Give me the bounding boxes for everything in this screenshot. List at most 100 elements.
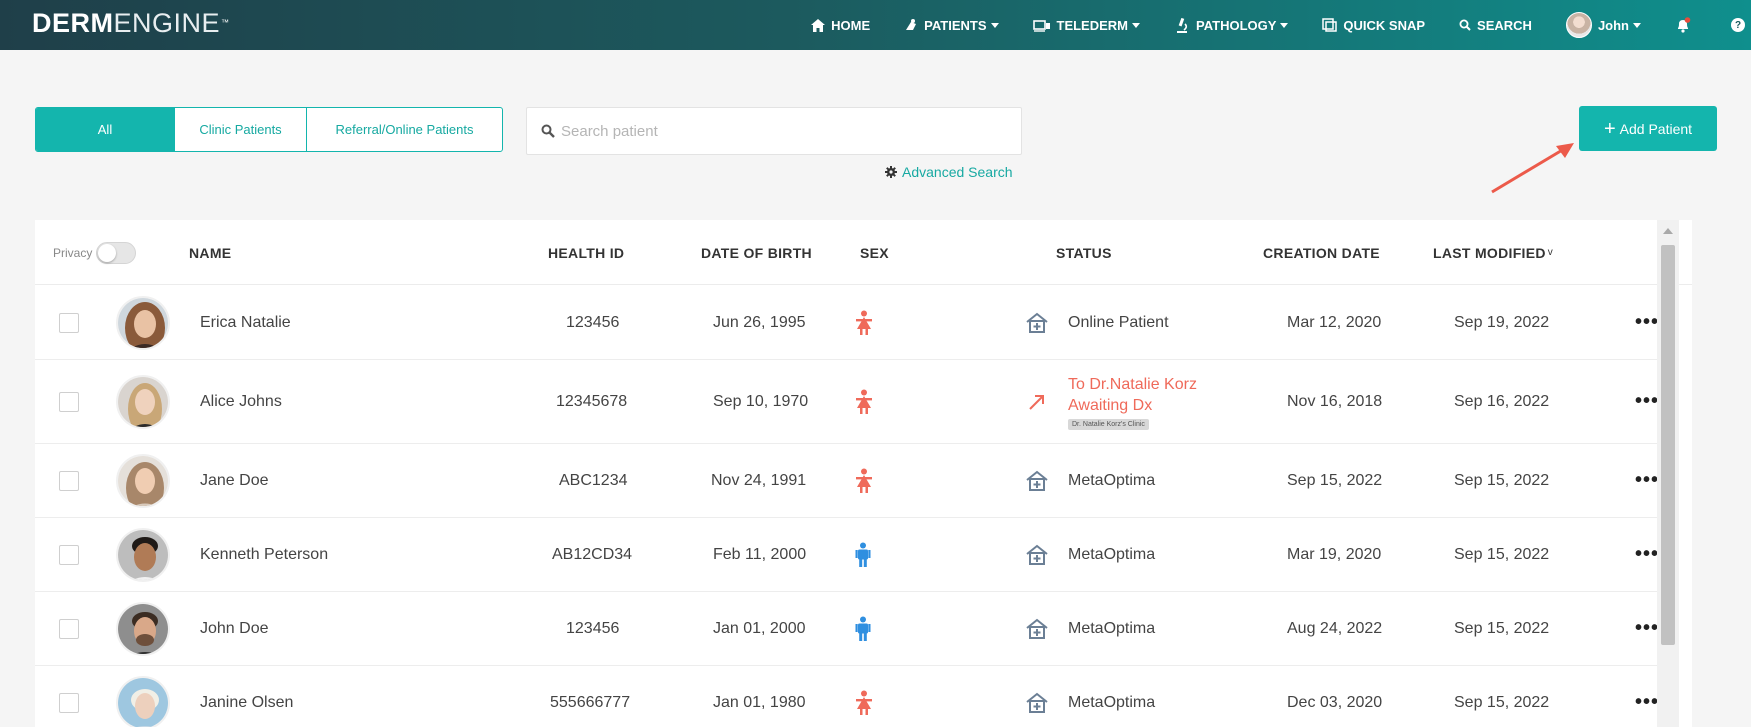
nav-home[interactable]: HOME	[811, 18, 870, 33]
col-header-last-modified[interactable]: LAST MODIFIED v	[1433, 220, 1553, 285]
last-modified: Sep 15, 2022	[1454, 471, 1550, 489]
status-referral: To Dr.Natalie Korz Awaiting Dx Dr. Natal…	[1068, 360, 1197, 443]
patient-photo-cell	[116, 360, 170, 443]
date-of-birth: Feb 11, 2000	[713, 545, 807, 563]
patient-name[interactable]: Alice Johns	[200, 360, 282, 443]
status-text: MetaOptima	[1068, 545, 1156, 563]
advanced-search-link[interactable]: Advanced Search	[885, 164, 1013, 180]
logo-thin-text: ENGINE	[113, 8, 221, 38]
health-id: AB12CD34	[552, 545, 633, 563]
last-modified: Sep 15, 2022	[1454, 619, 1550, 637]
row-more-options-icon[interactable]: •••	[1635, 360, 1659, 443]
scroll-up-icon[interactable]	[1663, 228, 1673, 234]
nav-patients[interactable]: PATIENTS	[904, 18, 999, 33]
table-row[interactable]: Erica Natalie 123456 Jun 26, 1995 Online…	[35, 286, 1675, 360]
female-icon	[856, 310, 872, 335]
plus-icon: +	[1603, 117, 1616, 140]
scroll-thumb[interactable]	[1661, 245, 1675, 645]
patient-name[interactable]: Erica Natalie	[200, 286, 291, 359]
row-checkbox[interactable]	[59, 544, 79, 565]
dermengine-logo[interactable]: DERMENGINE™	[32, 9, 230, 37]
patient-avatar	[116, 295, 170, 350]
last-modified: Sep 15, 2022	[1454, 545, 1550, 563]
date-of-birth: Jan 01, 1980	[713, 693, 806, 711]
row-more-options-icon[interactable]: •••	[1635, 518, 1659, 591]
nav-telederm[interactable]: TELEDERM	[1032, 18, 1140, 33]
top-navbar: DERMENGINE™ HOME PATIENTS TELEDERM PATHO…	[0, 0, 1751, 50]
table-row[interactable]: John Doe 123456 Jan 01, 2000 MetaOptima …	[35, 592, 1675, 666]
col-header-health-id[interactable]: HEALTH ID	[548, 220, 624, 285]
clinic-house-icon	[1026, 312, 1048, 333]
patient-name[interactable]: Janine Olsen	[200, 666, 293, 727]
row-more-options-icon[interactable]: •••	[1635, 444, 1659, 517]
row-more-options-icon[interactable]: •••	[1635, 286, 1659, 359]
row-checkbox[interactable]	[59, 618, 79, 639]
patient-photo-cell	[116, 286, 170, 359]
search-patient-input[interactable]	[561, 122, 1001, 140]
patient-avatar	[116, 527, 170, 582]
row-checkbox[interactable]	[59, 692, 79, 713]
health-id: 12345678	[556, 392, 628, 410]
tab-clinic-patients[interactable]: Clinic Patients	[174, 108, 306, 151]
search-icon	[541, 124, 555, 138]
status-text: Online Patient	[1068, 313, 1169, 331]
tab-all[interactable]: All	[36, 108, 174, 151]
table-row[interactable]: Kenneth Peterson AB12CD34 Feb 11, 2000 M…	[35, 518, 1675, 592]
status-referral-doctor[interactable]: To Dr.Natalie Korz	[1068, 374, 1197, 395]
status-icon-cell	[1025, 666, 1049, 727]
patient-photo-cell	[116, 592, 170, 665]
patient-avatar	[116, 374, 170, 429]
logo-trademark: ™	[221, 18, 230, 27]
row-checkbox-cell	[59, 286, 79, 359]
nav-help[interactable]: ?	[1731, 18, 1751, 32]
nav-search[interactable]: SEARCH	[1459, 18, 1532, 33]
chevron-down-icon	[1633, 22, 1641, 28]
creation-date: Nov 16, 2018	[1287, 392, 1383, 410]
table-scrollbar[interactable]	[1657, 220, 1679, 727]
patient-name[interactable]: John Doe	[200, 592, 269, 665]
date-of-birth: Jan 01, 2000	[713, 619, 806, 637]
col-header-creation-date[interactable]: CREATION DATE	[1263, 220, 1380, 285]
col-header-name[interactable]: NAME	[189, 220, 231, 285]
chevron-down-icon	[1280, 22, 1289, 28]
col-header-sex[interactable]: SEX	[860, 220, 889, 285]
last-modified-label: LAST MODIFIED	[1433, 244, 1546, 261]
tab-referral-online-patients[interactable]: Referral/Online Patients	[306, 108, 502, 151]
add-patient-button[interactable]: + Add Patient	[1579, 106, 1717, 151]
creation-date: Dec 03, 2020	[1287, 693, 1383, 711]
table-row[interactable]: Jane Doe ABC1234 Nov 24, 1991 MetaOptima…	[35, 444, 1675, 518]
row-checkbox[interactable]	[59, 391, 79, 412]
patient-avatar	[116, 453, 170, 508]
col-header-dob[interactable]: DATE OF BIRTH	[701, 220, 812, 285]
last-modified: Sep 16, 2022	[1454, 392, 1550, 410]
clinic-tag: Dr. Natalie Korz's Clinic	[1068, 418, 1149, 430]
table-row[interactable]: Janine Olsen 555666777 Jan 01, 1980 Meta…	[35, 666, 1675, 727]
clinic-house-icon	[1026, 544, 1048, 565]
patient-photo-cell	[116, 518, 170, 591]
nav-pathology[interactable]: PATHOLOGY	[1174, 17, 1289, 33]
nav-user-menu[interactable]: John	[1565, 12, 1641, 38]
nav-search-label: SEARCH	[1477, 17, 1532, 33]
privacy-toggle[interactable]	[96, 241, 137, 264]
patient-name[interactable]: Jane Doe	[200, 444, 269, 517]
patient-search-box	[526, 107, 1022, 155]
chevron-down-icon	[990, 22, 999, 28]
row-more-options-icon[interactable]: •••	[1635, 666, 1659, 727]
table-row[interactable]: Alice Johns 12345678 Sep 10, 1970 To Dr.…	[35, 360, 1675, 444]
sex-cell	[855, 518, 871, 591]
status-icon-cell	[1025, 286, 1049, 359]
row-checkbox[interactable]	[59, 470, 79, 491]
nav-quick-snap[interactable]: QUICK SNAP	[1322, 18, 1425, 33]
status-text: MetaOptima	[1068, 471, 1156, 489]
sex-cell	[855, 592, 871, 665]
patient-avatar	[116, 601, 170, 656]
clinic-house-icon	[1026, 618, 1048, 639]
privacy-control: Privacy	[53, 220, 137, 285]
patient-name[interactable]: Kenneth Peterson	[200, 518, 328, 591]
row-more-options-icon[interactable]: •••	[1635, 592, 1659, 665]
sex-cell	[855, 444, 873, 517]
patients-icon	[906, 19, 917, 30]
nav-notifications[interactable]	[1675, 17, 1697, 33]
row-checkbox[interactable]	[59, 312, 79, 333]
col-header-status[interactable]: STATUS	[1056, 220, 1112, 285]
